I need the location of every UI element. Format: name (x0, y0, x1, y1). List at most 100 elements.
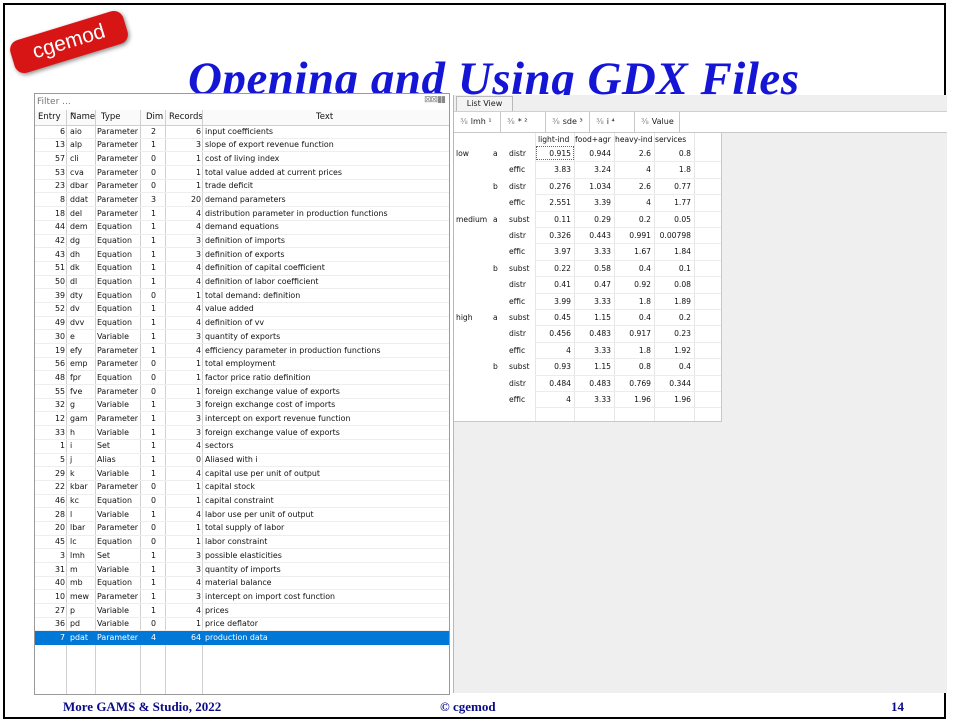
table-row[interactable]: 53 cva Parameter 0 1 total value added at cur… (35, 166, 449, 180)
table-row[interactable]: 42 dg Equation 1 3 definition of imports (35, 235, 449, 249)
dim-header-cell[interactable]: ⅜i ⁴ (590, 112, 635, 132)
data-cell[interactable]: 1.67 (615, 247, 651, 256)
table-row[interactable]: 33 h Variable 1 3 foreign exchange value of e… (35, 426, 449, 440)
table-row[interactable]: 44 dem Equation 1 4 demand equations (35, 221, 449, 235)
data-cell[interactable]: 1.89 (655, 297, 691, 306)
data-cell[interactable]: 0.4 (615, 313, 651, 322)
data-cell[interactable]: 0.08 (655, 280, 691, 289)
col-text[interactable]: Text (316, 112, 333, 122)
table-row[interactable]: 30 e Variable 1 3 quantity of exports (35, 330, 449, 344)
data-cell[interactable]: 1.96 (615, 395, 651, 404)
data-cell[interactable]: 0.2 (655, 313, 691, 322)
data-cell[interactable]: 3.33 (575, 395, 611, 404)
data-cell[interactable]: 0.344 (655, 379, 691, 388)
table-row[interactable]: 19 efy Parameter 1 4 efficiency parameter in … (35, 344, 449, 358)
col-records[interactable]: Records (169, 112, 203, 122)
data-cell[interactable]: 0.2 (615, 215, 651, 224)
dim-header-cell[interactable]: ⅜ sde ³ (546, 112, 590, 132)
col-name[interactable]: Name (70, 112, 95, 122)
data-cell[interactable]: 2.6 (615, 182, 651, 191)
data-cell[interactable]: 0.917 (615, 329, 651, 338)
data-cell[interactable]: 1.77 (655, 198, 691, 207)
data-cell[interactable]: 4 (615, 198, 651, 207)
data-cell[interactable]: 3.33 (575, 297, 611, 306)
table-row[interactable]: 49 dvv Equation 1 4 definition of vv (35, 317, 449, 331)
filter-options-icon[interactable]: ⊠⊠▮▮ (424, 95, 446, 105)
data-cell[interactable]: 3.33 (575, 346, 611, 355)
col-dim[interactable]: Dim (146, 112, 163, 122)
data-cell[interactable]: 0.769 (615, 379, 651, 388)
table-row[interactable]: 13 alp Parameter 1 3 slope of export revenue … (35, 139, 449, 153)
data-cell[interactable]: 1.034 (575, 182, 611, 191)
data-cell[interactable]: 1.96 (655, 395, 691, 404)
data-cell[interactable]: 0.23 (655, 329, 691, 338)
data-cell[interactable]: 0.8 (655, 149, 691, 158)
table-row[interactable]: 18 del Parameter 1 4 distribution parameter i… (35, 207, 449, 221)
data-cell[interactable]: 2.551 (538, 198, 571, 207)
table-row[interactable]: 3 lmh Set 1 3 possible elasticities (35, 549, 449, 563)
filter-input[interactable] (37, 95, 377, 108)
table-row[interactable]: 20 lbar Parameter 0 1 total supply of labor (35, 522, 449, 536)
table-row[interactable]: 6 aio Parameter 2 6 input coefficients (35, 125, 449, 139)
table-row[interactable]: 27 p Variable 1 4 prices (35, 604, 449, 618)
data-cell[interactable]: 4 (538, 346, 571, 355)
col-type[interactable]: Type (101, 112, 121, 122)
data-cell[interactable]: 0.8 (615, 362, 651, 371)
table-row[interactable]: 23 dbar Parameter 0 1 trade deficit (35, 180, 449, 194)
data-cell[interactable]: 3.24 (575, 165, 611, 174)
data-cell[interactable]: 0.41 (538, 280, 571, 289)
data-cell[interactable]: 0.05 (655, 215, 691, 224)
data-cell[interactable]: 0.483 (575, 379, 611, 388)
table-row[interactable]: 46 kc Equation 0 1 capital constraint (35, 495, 449, 509)
data-cell[interactable]: 0.456 (538, 329, 571, 338)
data-cell[interactable]: 1.8 (615, 346, 651, 355)
table-row[interactable]: 55 fve Parameter 0 1 foreign exchange value o… (35, 385, 449, 399)
data-cell[interactable]: 0.326 (538, 231, 571, 240)
data-cell[interactable]: 3.99 (538, 297, 571, 306)
table-row[interactable]: 51 dk Equation 1 4 definition of capital coef… (35, 262, 449, 276)
data-cell[interactable]: 0.92 (615, 280, 651, 289)
table-row[interactable]: 50 dl Equation 1 4 definition of labor coeffi… (35, 276, 449, 290)
data-cell[interactable]: 0.276 (538, 182, 571, 191)
dim-header-cell[interactable]: ⅜ lmh ¹ (454, 112, 501, 132)
data-cell[interactable]: 0.944 (575, 149, 611, 158)
data-cell[interactable]: 3.39 (575, 198, 611, 207)
data-cell[interactable]: 0.93 (538, 362, 571, 371)
data-cell[interactable]: 0.58 (575, 264, 611, 273)
table-row[interactable]: 43 dh Equation 1 3 definition of exports (35, 248, 449, 262)
data-cell[interactable]: 0.4 (615, 264, 651, 273)
table-row[interactable]: 48 fpr Equation 0 1 factor price ratio defini… (35, 371, 449, 386)
data-cell[interactable]: 3.97 (538, 247, 571, 256)
table-row[interactable]: 36 pd Variable 0 1 price deflator (35, 618, 449, 632)
dim-header-cell[interactable]: ⅜ Value (635, 112, 680, 132)
data-cell[interactable]: 0.11 (538, 215, 571, 224)
table-row[interactable]: 12 gam Parameter 1 3 intercept on export reve… (35, 412, 449, 427)
data-cell[interactable]: 3.83 (538, 165, 571, 174)
table-row[interactable]: 45 lc Equation 0 1 labor constraint (35, 536, 449, 550)
data-cell[interactable]: 1.15 (575, 362, 611, 371)
table-row[interactable]: 40 mb Equation 1 4 material balance (35, 577, 449, 591)
data-cell[interactable]: 0.4 (655, 362, 691, 371)
table-row[interactable]: 57 cli Parameter 0 1 cost of living index (35, 152, 449, 167)
data-cell[interactable]: 1.8 (615, 297, 651, 306)
data-cell[interactable]: 0.47 (575, 280, 611, 289)
table-row[interactable]: 29 k Variable 1 4 capital use per unit of out… (35, 467, 449, 481)
data-cell[interactable]: 0.29 (575, 215, 611, 224)
data-cell[interactable]: 0.483 (575, 329, 611, 338)
data-cell[interactable]: 0.915 (538, 149, 571, 158)
table-row[interactable]: 52 dv Equation 1 4 value added (35, 303, 449, 317)
data-cell[interactable]: 4 (615, 165, 651, 174)
data-cell[interactable]: 0.1 (655, 264, 691, 273)
table-row[interactable]: 28 l Variable 1 4 labor use per unit of outpu… (35, 508, 449, 522)
table-row[interactable]: 22 kbar Parameter 0 1 capital stock (35, 481, 449, 495)
dim-header-cell[interactable]: ⅜ * ² (501, 112, 546, 132)
data-cell[interactable]: 3.33 (575, 247, 611, 256)
data-cell[interactable]: 1.84 (655, 247, 691, 256)
table-row[interactable]: 7 pdat Parameter 4 64 production data (35, 631, 449, 646)
data-cell[interactable]: 1.15 (575, 313, 611, 322)
data-cell[interactable]: 1.8 (655, 165, 691, 174)
table-row[interactable]: 32 g Variable 1 3 foreign exchange cost of im… (35, 399, 449, 413)
data-cell[interactable]: 1.92 (655, 346, 691, 355)
data-cell[interactable]: 0.45 (538, 313, 571, 322)
data-cell[interactable]: 0.991 (615, 231, 651, 240)
